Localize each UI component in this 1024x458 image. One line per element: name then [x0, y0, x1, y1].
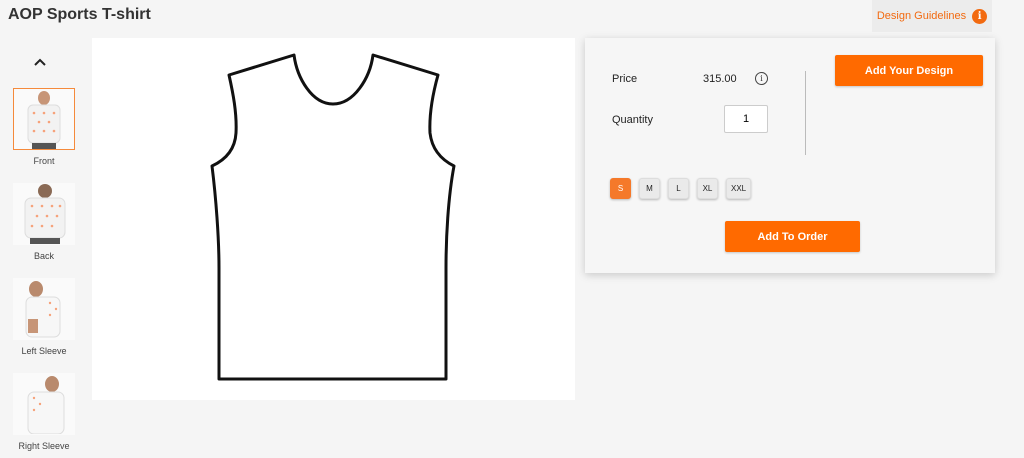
view-label: Front	[33, 156, 55, 166]
size-option-xxl[interactable]: XXL	[726, 178, 752, 199]
design-guidelines-link[interactable]: Design Guidelines i	[872, 0, 992, 32]
right-sleeve-view-image	[13, 373, 75, 435]
view-thumbnail-front[interactable]: Front	[12, 88, 76, 166]
size-option-s[interactable]: S	[610, 178, 631, 199]
left-sleeve-view-image	[13, 278, 75, 340]
view-label: Back	[33, 251, 54, 261]
info-icon[interactable]: i	[755, 72, 768, 85]
add-your-design-button[interactable]: Add Your Design	[835, 55, 983, 86]
info-icon: i	[972, 8, 988, 24]
quantity-label: Quantity	[612, 114, 653, 126]
view-thumbnail-back[interactable]: Back	[12, 183, 76, 261]
add-to-order-button[interactable]: Add To Order	[725, 221, 860, 252]
view-label: Right Sleeve	[18, 441, 70, 451]
size-option-m[interactable]: M	[639, 178, 660, 199]
order-panel: Price 315.00 i Quantity Add Your Design …	[585, 38, 995, 273]
view-thumbnail-right-sleeve[interactable]: Right Sleeve	[12, 373, 76, 451]
chevron-up-icon[interactable]	[33, 55, 47, 69]
front-view-image	[13, 88, 75, 150]
size-selector: S M L XL XXL	[610, 178, 752, 199]
price-label: Price	[612, 73, 638, 85]
size-option-l[interactable]: L	[668, 178, 689, 199]
divider	[805, 71, 806, 155]
back-view-image	[13, 183, 75, 245]
design-canvas[interactable]	[92, 38, 575, 400]
price-value: 315.00	[703, 73, 737, 85]
view-label: Left Sleeve	[21, 346, 67, 356]
size-option-xl[interactable]: XL	[697, 178, 718, 199]
design-guidelines-label: Design Guidelines	[876, 10, 967, 22]
view-thumbnail-left-sleeve[interactable]: Left Sleeve	[12, 278, 76, 356]
tshirt-outline	[210, 53, 456, 381]
quantity-field[interactable]	[724, 105, 768, 133]
page-title: AOP Sports T-shirt	[8, 6, 151, 23]
